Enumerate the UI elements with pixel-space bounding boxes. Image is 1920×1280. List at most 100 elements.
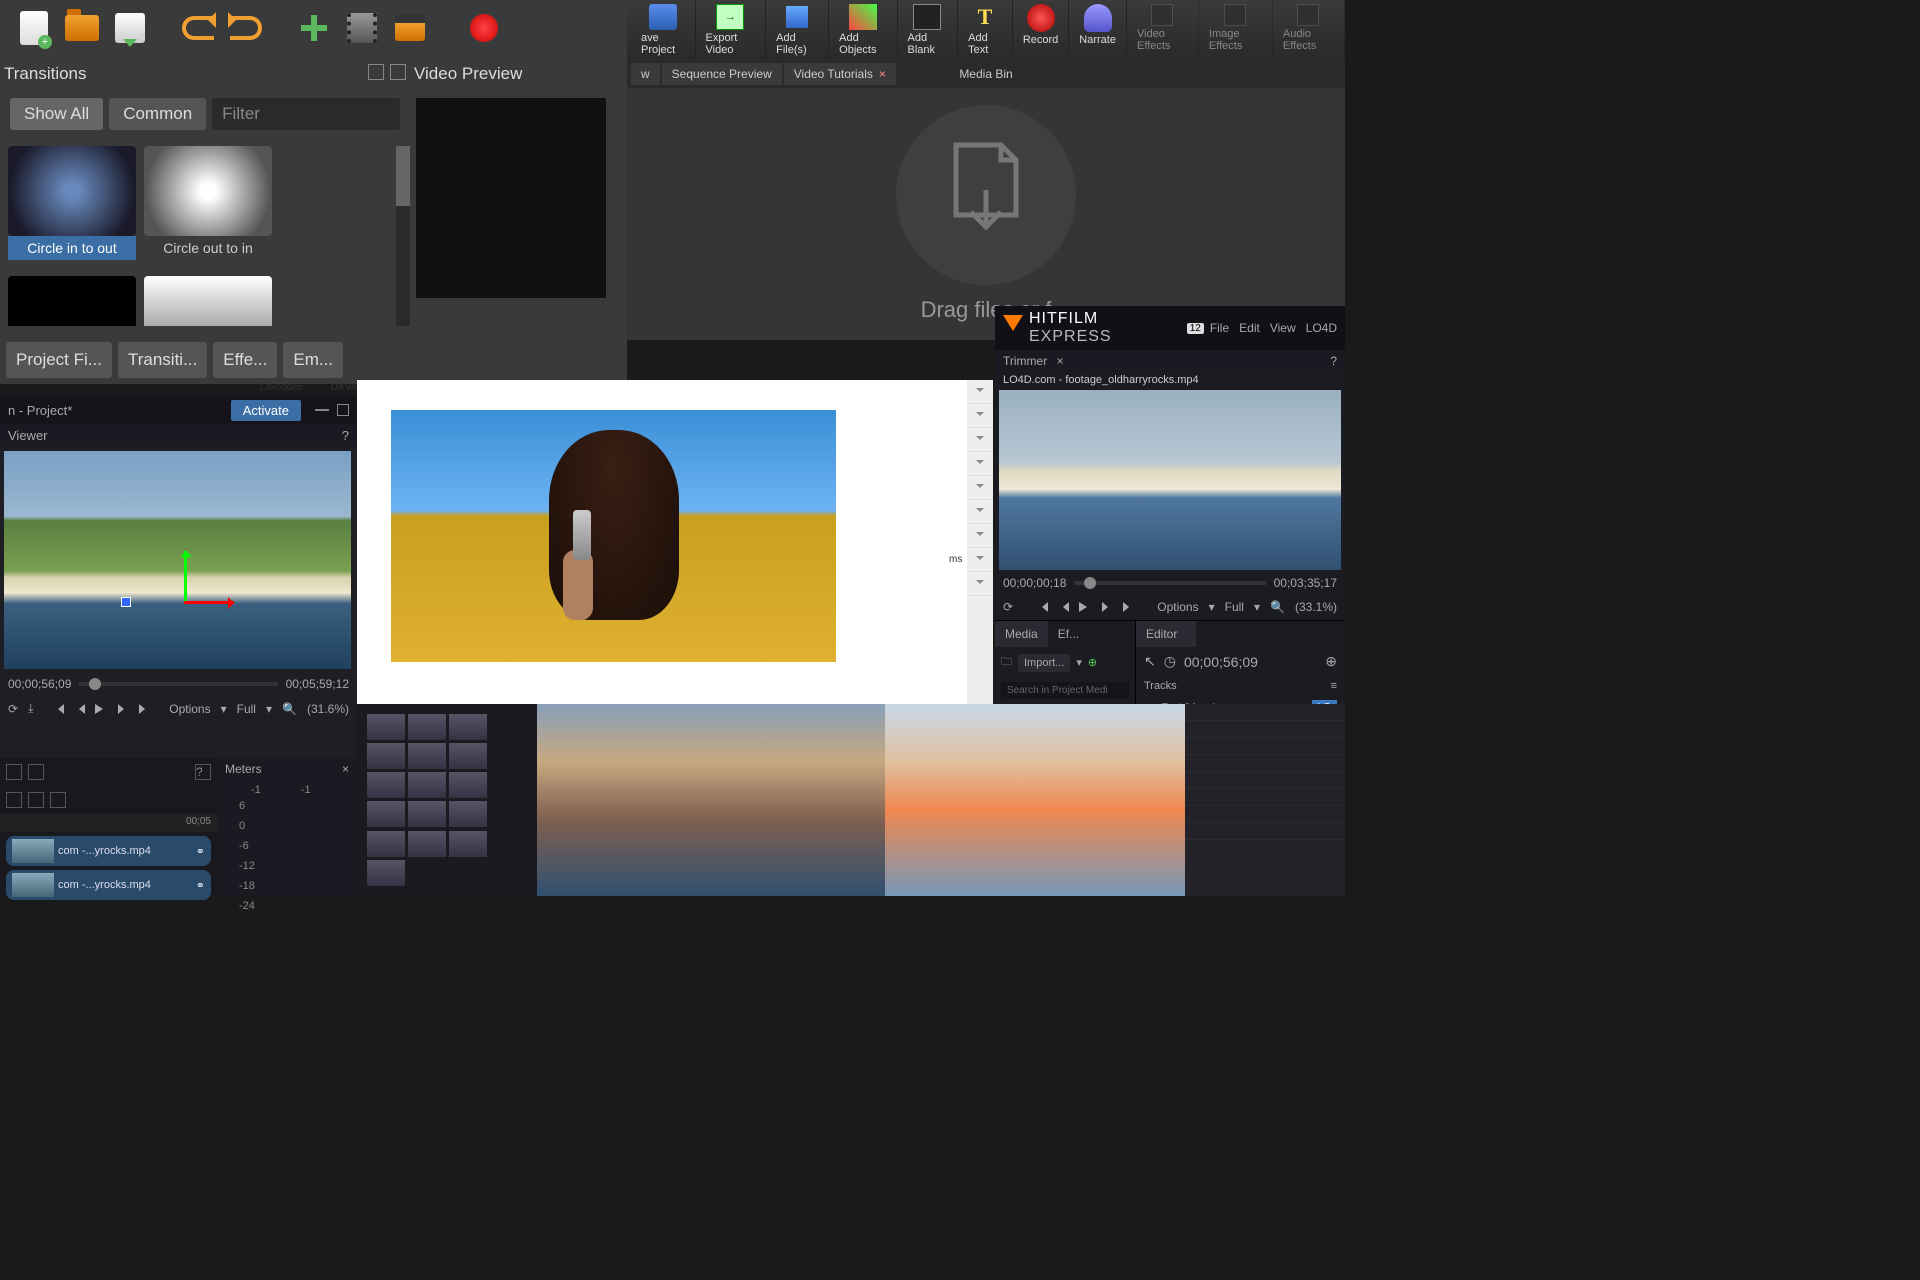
- transition-item[interactable]: Circle out to in: [144, 146, 272, 260]
- side-dropdown[interactable]: [967, 428, 993, 452]
- media-thumb[interactable]: [367, 714, 405, 740]
- options-dropdown[interactable]: Options: [1157, 600, 1198, 614]
- y-axis-icon[interactable]: [184, 551, 187, 601]
- property-row[interactable]: [1185, 806, 1345, 823]
- side-dropdown[interactable]: [967, 476, 993, 500]
- tool-icon[interactable]: [6, 764, 22, 780]
- filter-input[interactable]: Filter: [212, 98, 400, 130]
- menu-edit[interactable]: Edit: [1239, 321, 1260, 335]
- narrate-button[interactable]: Narrate: [1069, 0, 1127, 60]
- viewer-canvas[interactable]: [4, 451, 351, 669]
- side-dropdown[interactable]: [967, 524, 993, 548]
- cursor-icon[interactable]: [6, 792, 22, 808]
- timeline-clip[interactable]: com -...yrocks.mp4 ⚭: [6, 836, 211, 866]
- chevron-down-icon[interactable]: ▾: [266, 702, 272, 716]
- transition-item[interactable]: Circle in to out: [8, 146, 136, 260]
- loop-icon[interactable]: ⟳: [1003, 600, 1013, 614]
- help-icon[interactable]: ?: [195, 764, 211, 780]
- side-dropdown[interactable]: [967, 404, 993, 428]
- help-icon[interactable]: ?: [1330, 354, 1337, 368]
- menu-view[interactable]: View: [1270, 321, 1296, 335]
- chevron-down-icon[interactable]: ▾: [1254, 600, 1260, 614]
- time-slider[interactable]: [79, 682, 277, 686]
- media-thumb[interactable]: [449, 743, 487, 769]
- clapperboard-button[interactable]: [390, 8, 430, 48]
- chevron-down-icon[interactable]: ▾: [221, 702, 227, 716]
- help-icon[interactable]: ?: [342, 428, 349, 443]
- effects-tab[interactable]: Ef...: [1048, 621, 1089, 647]
- tab-video-tutorials[interactable]: Video Tutorials×: [784, 63, 896, 85]
- time-slider[interactable]: [1074, 581, 1265, 585]
- image-effects-button[interactable]: Image Effects: [1199, 0, 1273, 60]
- close-icon[interactable]: ×: [342, 762, 349, 776]
- link-icon[interactable]: ⚭: [196, 879, 205, 892]
- media-tab[interactable]: Media: [995, 621, 1048, 647]
- import-button[interactable]: Import...: [1018, 654, 1070, 672]
- editor-tab[interactable]: Editor: [1136, 621, 1196, 647]
- gizmo-handle[interactable]: [121, 597, 131, 607]
- film-button[interactable]: [342, 8, 382, 48]
- property-row[interactable]: [1185, 823, 1345, 840]
- media-thumb[interactable]: [449, 714, 487, 740]
- side-dropdown[interactable]: [967, 500, 993, 524]
- media-bin-dropzone[interactable]: Drag files or f: [627, 88, 1345, 340]
- step-fwd-button[interactable]: [1123, 602, 1134, 612]
- side-dropdown[interactable]: [967, 380, 993, 404]
- link-icon[interactable]: ⚭: [196, 845, 205, 858]
- property-row[interactable]: [1185, 755, 1345, 772]
- side-dropdown[interactable]: ms: [967, 548, 993, 572]
- common-tab[interactable]: Common: [109, 98, 206, 130]
- transition-item-partial[interactable]: [8, 276, 136, 326]
- transition-item-partial[interactable]: [144, 276, 272, 326]
- options-dropdown[interactable]: Options: [169, 702, 210, 716]
- media-thumb[interactable]: [408, 801, 446, 827]
- loop-icon[interactable]: ⟳: [8, 702, 18, 716]
- audio-effects-button[interactable]: Audio Effects: [1273, 0, 1345, 60]
- close-icon[interactable]: ×: [1057, 354, 1064, 368]
- scrollbar[interactable]: [396, 146, 410, 326]
- full-dropdown[interactable]: Full: [237, 702, 256, 716]
- media-thumb[interactable]: [449, 831, 487, 857]
- property-row[interactable]: [1185, 772, 1345, 789]
- emojis-tab[interactable]: Em...: [283, 342, 343, 378]
- import-files-button[interactable]: [294, 8, 334, 48]
- media-thumb[interactable]: [408, 714, 446, 740]
- save-project-button[interactable]: ave Project: [631, 0, 696, 60]
- new-button[interactable]: ⊕: [1088, 656, 1097, 669]
- open-project-button[interactable]: [62, 8, 102, 48]
- new-project-button[interactable]: [14, 8, 54, 48]
- tab-w[interactable]: w: [631, 63, 660, 85]
- play-button[interactable]: [1079, 602, 1092, 612]
- chevron-down-icon[interactable]: ▾: [1076, 656, 1082, 669]
- add-objects-button[interactable]: Add Objects: [829, 0, 897, 60]
- menu-file[interactable]: File: [1210, 321, 1229, 335]
- media-thumb[interactable]: [367, 801, 405, 827]
- media-thumb[interactable]: [367, 831, 405, 857]
- prev-frame-button[interactable]: [53, 704, 64, 714]
- export-video-button[interactable]: Export Video: [696, 0, 767, 60]
- slice-icon[interactable]: [28, 792, 44, 808]
- property-row[interactable]: [1185, 721, 1345, 738]
- prev-frame-button[interactable]: [1058, 602, 1069, 612]
- add-text-button[interactable]: TAdd Text: [958, 0, 1013, 60]
- transform-gizmo[interactable]: [124, 581, 234, 641]
- property-row[interactable]: [1185, 704, 1345, 721]
- side-dropdown[interactable]: [967, 572, 993, 596]
- step-back-button[interactable]: [74, 704, 85, 714]
- play-button[interactable]: [95, 704, 108, 714]
- tab-sequence-preview[interactable]: Sequence Preview: [662, 63, 782, 85]
- close-panel-icon[interactable]: [390, 64, 406, 80]
- snap-icon[interactable]: [50, 792, 66, 808]
- next-frame-button[interactable]: [139, 704, 150, 714]
- record-button[interactable]: [464, 8, 504, 48]
- media-thumb[interactable]: [408, 831, 446, 857]
- chevron-down-icon[interactable]: ▾: [1209, 600, 1215, 614]
- minimize-icon[interactable]: [315, 409, 329, 411]
- close-icon[interactable]: ×: [879, 67, 886, 81]
- timeline-clip[interactable]: com -...yrocks.mp4 ⚭: [6, 870, 211, 900]
- media-thumb[interactable]: [367, 860, 405, 886]
- undock-icon[interactable]: [368, 64, 384, 80]
- timeline-ruler[interactable]: 00;05: [0, 814, 217, 832]
- undo-button[interactable]: [178, 8, 218, 48]
- search-icon[interactable]: 🔍: [282, 702, 297, 716]
